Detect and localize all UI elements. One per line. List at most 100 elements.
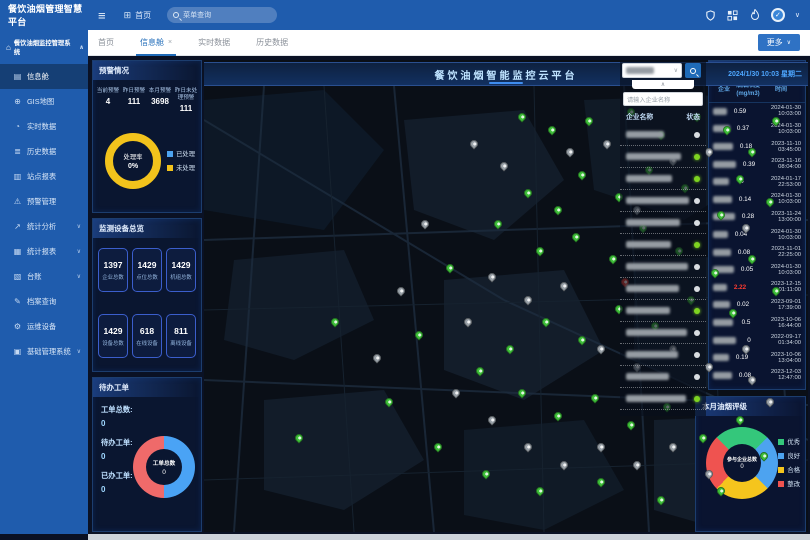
company-row[interactable] [620, 322, 706, 344]
chevron-down-icon[interactable]: ∨ [795, 11, 800, 19]
company-row[interactable] [620, 124, 706, 146]
map-pin-online[interactable] [553, 205, 564, 216]
tab-实时数据[interactable]: 实时数据 [198, 30, 230, 56]
company-row[interactable] [620, 388, 706, 410]
map-pin-offline[interactable] [704, 468, 715, 479]
map-pin-online[interactable] [504, 343, 515, 354]
company-row[interactable] [620, 278, 706, 300]
map-pin-online[interactable] [728, 307, 739, 318]
map-pin-offline[interactable] [522, 441, 533, 452]
map-pin-online[interactable] [746, 254, 757, 265]
sidebar-item-GIS地图[interactable]: ⊕GIS地图 [0, 89, 88, 114]
map-pin-offline[interactable] [450, 388, 461, 399]
map-pin-offline[interactable] [468, 138, 479, 149]
map-pin-online[interactable] [522, 187, 533, 198]
map-pin-online[interactable] [607, 254, 618, 265]
company-row[interactable] [620, 234, 706, 256]
breadcrumb[interactable]: ⊞ 首页 [124, 10, 152, 21]
map-pin-online[interactable] [716, 209, 727, 220]
company-row[interactable] [620, 366, 706, 388]
company-row[interactable] [620, 168, 706, 190]
map-pin-online[interactable] [480, 468, 491, 479]
map-pin-online[interactable] [770, 285, 781, 296]
map-pin-online[interactable] [589, 392, 600, 403]
tab-首页[interactable]: 首页 [98, 30, 114, 56]
map-pin-online[interactable] [535, 245, 546, 256]
map-pin-offline[interactable] [371, 352, 382, 363]
map-pin-online[interactable] [758, 450, 769, 461]
company-name-input[interactable]: 请输入企业名称 [623, 92, 703, 106]
company-row[interactable] [620, 300, 706, 322]
sidebar-system-title[interactable]: ⌂ 餐饮油烟监控管理系统 ∧ [0, 30, 88, 64]
map-pin-offline[interactable] [595, 441, 606, 452]
hamburger-menu-icon[interactable]: ≡ [98, 8, 106, 23]
map-pin-offline[interactable] [486, 272, 497, 283]
map-pin-online[interactable] [535, 486, 546, 497]
map-pin-offline[interactable] [498, 160, 509, 171]
tab-信息舱[interactable]: 信息舱× [140, 30, 172, 56]
map-pin-online[interactable] [722, 124, 733, 135]
map-pin-offline[interactable] [559, 459, 570, 470]
layout-icon[interactable] [727, 9, 739, 21]
map-pin-online[interactable] [516, 388, 527, 399]
map-pin-online[interactable] [577, 169, 588, 180]
map-pin-offline[interactable] [522, 294, 533, 305]
company-row[interactable] [620, 190, 706, 212]
map-pin-online[interactable] [516, 111, 527, 122]
sidebar-item-运维设备[interactable]: ⚙运维设备 [0, 314, 88, 339]
map-pin-offline[interactable] [746, 374, 757, 385]
map-pin-offline[interactable] [565, 147, 576, 158]
map-pin-offline[interactable] [764, 397, 775, 408]
map-pin-online[interactable] [414, 330, 425, 341]
map-pin-online[interactable] [444, 263, 455, 274]
close-icon[interactable]: × [168, 39, 172, 46]
more-button[interactable]: 更多 ∨ [758, 34, 800, 51]
map-pin-offline[interactable] [740, 343, 751, 354]
map-pin-online[interactable] [329, 316, 340, 327]
map-pin-online[interactable] [770, 116, 781, 127]
map-pin-offline[interactable] [667, 441, 678, 452]
map-pin-online[interactable] [474, 365, 485, 376]
map-pin-offline[interactable] [595, 343, 606, 354]
sidebar-item-预警管理[interactable]: ⚠预警管理 [0, 189, 88, 214]
map-pin-online[interactable] [734, 414, 745, 425]
tab-历史数据[interactable]: 历史数据 [256, 30, 288, 56]
map-pin-online[interactable] [553, 410, 564, 421]
company-search-button[interactable] [685, 63, 701, 78]
user-avatar[interactable]: ✓ [771, 8, 785, 22]
menu-search-input[interactable]: 菜单查询 [167, 7, 277, 23]
map-pin-online[interactable] [492, 218, 503, 229]
flame-icon[interactable] [749, 9, 761, 21]
map-pin-online[interactable] [547, 124, 558, 135]
sidebar-item-信息舱[interactable]: ▤信息舱 [0, 64, 88, 89]
map-pin-online[interactable] [698, 432, 709, 443]
sidebar-item-统计报表[interactable]: ▦统计报表∨ [0, 239, 88, 264]
company-row[interactable] [620, 344, 706, 366]
map-pin-offline[interactable] [601, 138, 612, 149]
collapse-toggle[interactable]: ∧ [632, 80, 694, 89]
company-row[interactable] [620, 146, 706, 168]
company-row[interactable] [620, 256, 706, 278]
map-pin-offline[interactable] [559, 281, 570, 292]
sidebar-item-统计分析[interactable]: ↗统计分析∨ [0, 214, 88, 239]
shield-icon[interactable] [705, 9, 717, 21]
sidebar-item-实时数据[interactable]: ◔实时数据 [0, 114, 88, 139]
company-row[interactable] [620, 212, 706, 234]
map-pin-online[interactable] [655, 495, 666, 506]
map-canvas[interactable]: 餐饮油烟智能监控云平台 2024/1/30 10:03 星期二 [204, 60, 808, 532]
sidebar-item-档案查询[interactable]: ✎档案查询 [0, 289, 88, 314]
map-pin-online[interactable] [293, 432, 304, 443]
map-pin-online[interactable] [710, 267, 721, 278]
map-pin-offline[interactable] [396, 285, 407, 296]
map-pin-online[interactable] [577, 334, 588, 345]
map-pin-offline[interactable] [420, 218, 431, 229]
map-pin-online[interactable] [571, 232, 582, 243]
sidebar-item-基础管理系统[interactable]: ▣基础管理系统∨ [0, 339, 88, 364]
map-pin-offline[interactable] [486, 414, 497, 425]
map-pin-online[interactable] [625, 419, 636, 430]
map-pin-online[interactable] [746, 147, 757, 158]
map-pin-offline[interactable] [462, 316, 473, 327]
region-select[interactable]: ∨ [622, 63, 682, 78]
map-pin-online[interactable] [595, 477, 606, 488]
bottom-scrollbar[interactable] [88, 534, 810, 540]
